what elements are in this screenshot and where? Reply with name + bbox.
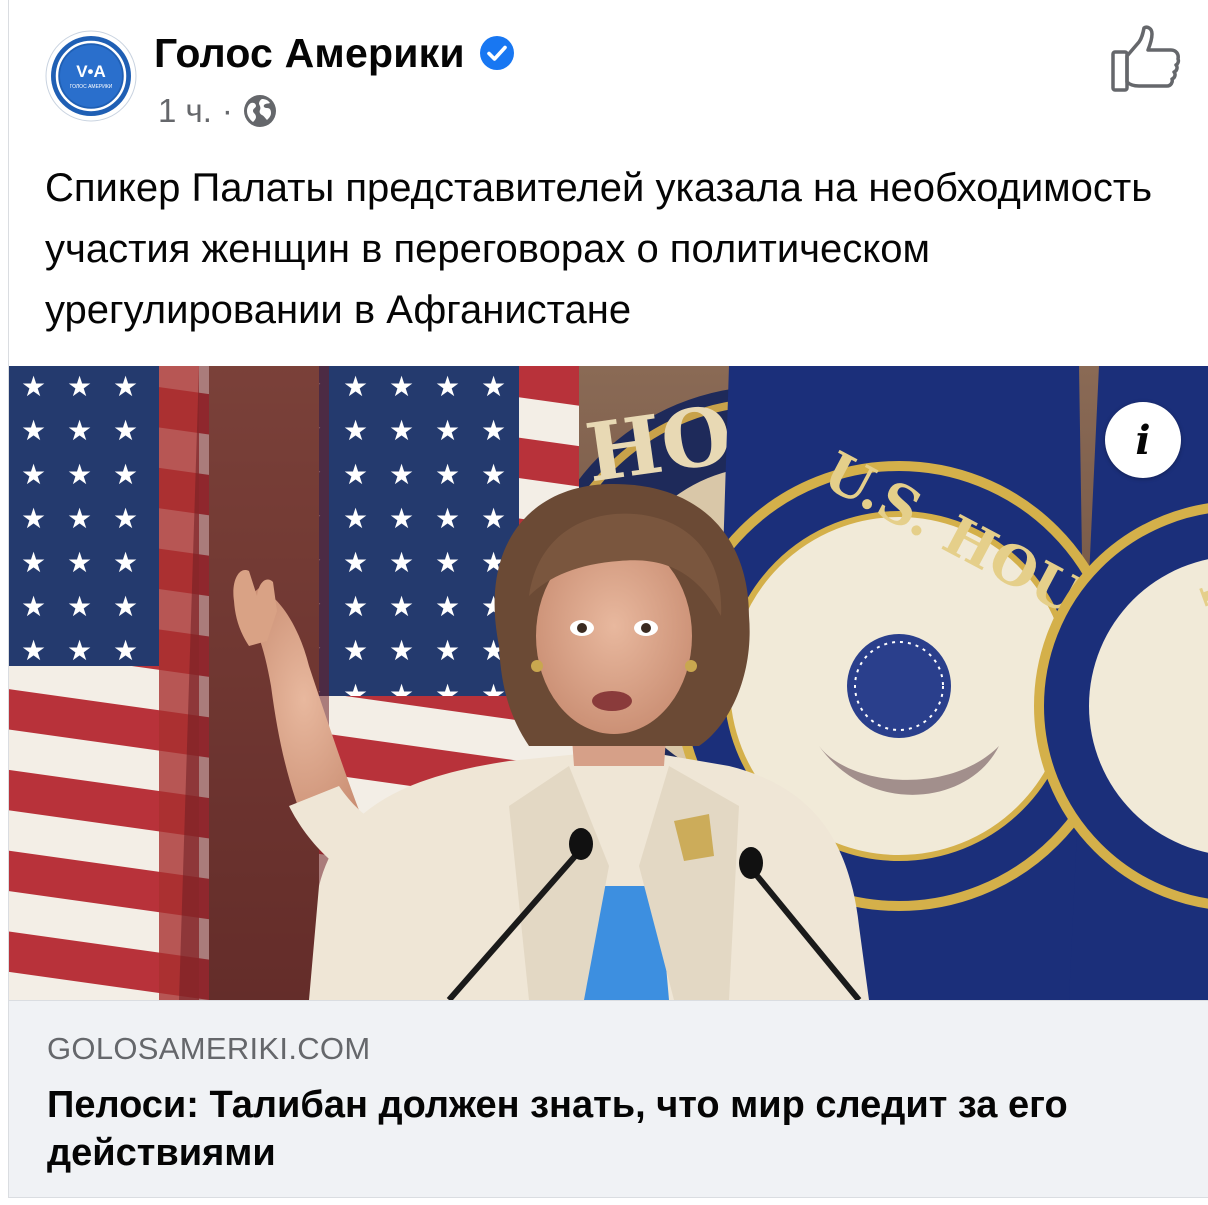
globe-icon (243, 95, 276, 127)
avatar-logo-text: V•A (76, 62, 106, 81)
post-text: Спикер Палаты представителей указала на … (45, 166, 1153, 332)
link-preview[interactable]: GOLOSAMERIKI.COM Пелоси: Талибан должен … (9, 1000, 1208, 1197)
post-header: V•A ГОЛОС АМЕРИКИ Голос Америки 1 ч. · (9, 0, 1208, 150)
info-icon: i (1135, 416, 1151, 464)
avatar-logo-subtext: ГОЛОС АМЕРИКИ (70, 84, 113, 90)
page-name-row: Голос Америки (154, 28, 515, 78)
post-photo[interactable]: ★ HOU (9, 366, 1208, 1000)
thumbs-up-icon[interactable] (1109, 24, 1185, 94)
post-meta: 1 ч. · (158, 88, 277, 134)
link-domain: GOLOSAMERIKI.COM (47, 1031, 371, 1066)
link-title[interactable]: Пелоси: Талибан должен знать, что мир сл… (47, 1081, 1167, 1177)
photo-illustration: ★ HOU (9, 366, 1208, 1000)
photo-info-button[interactable]: i (1105, 402, 1181, 478)
post-card: V•A ГОЛОС АМЕРИКИ Голос Америки 1 ч. · С… (8, 0, 1208, 1198)
post-timestamp[interactable]: 1 ч. (158, 92, 212, 130)
page-avatar[interactable]: V•A ГОЛОС АМЕРИКИ (45, 30, 137, 122)
meta-separator: · (221, 92, 233, 129)
page-name[interactable]: Голос Америки (154, 30, 465, 77)
verified-badge-icon (479, 36, 514, 70)
